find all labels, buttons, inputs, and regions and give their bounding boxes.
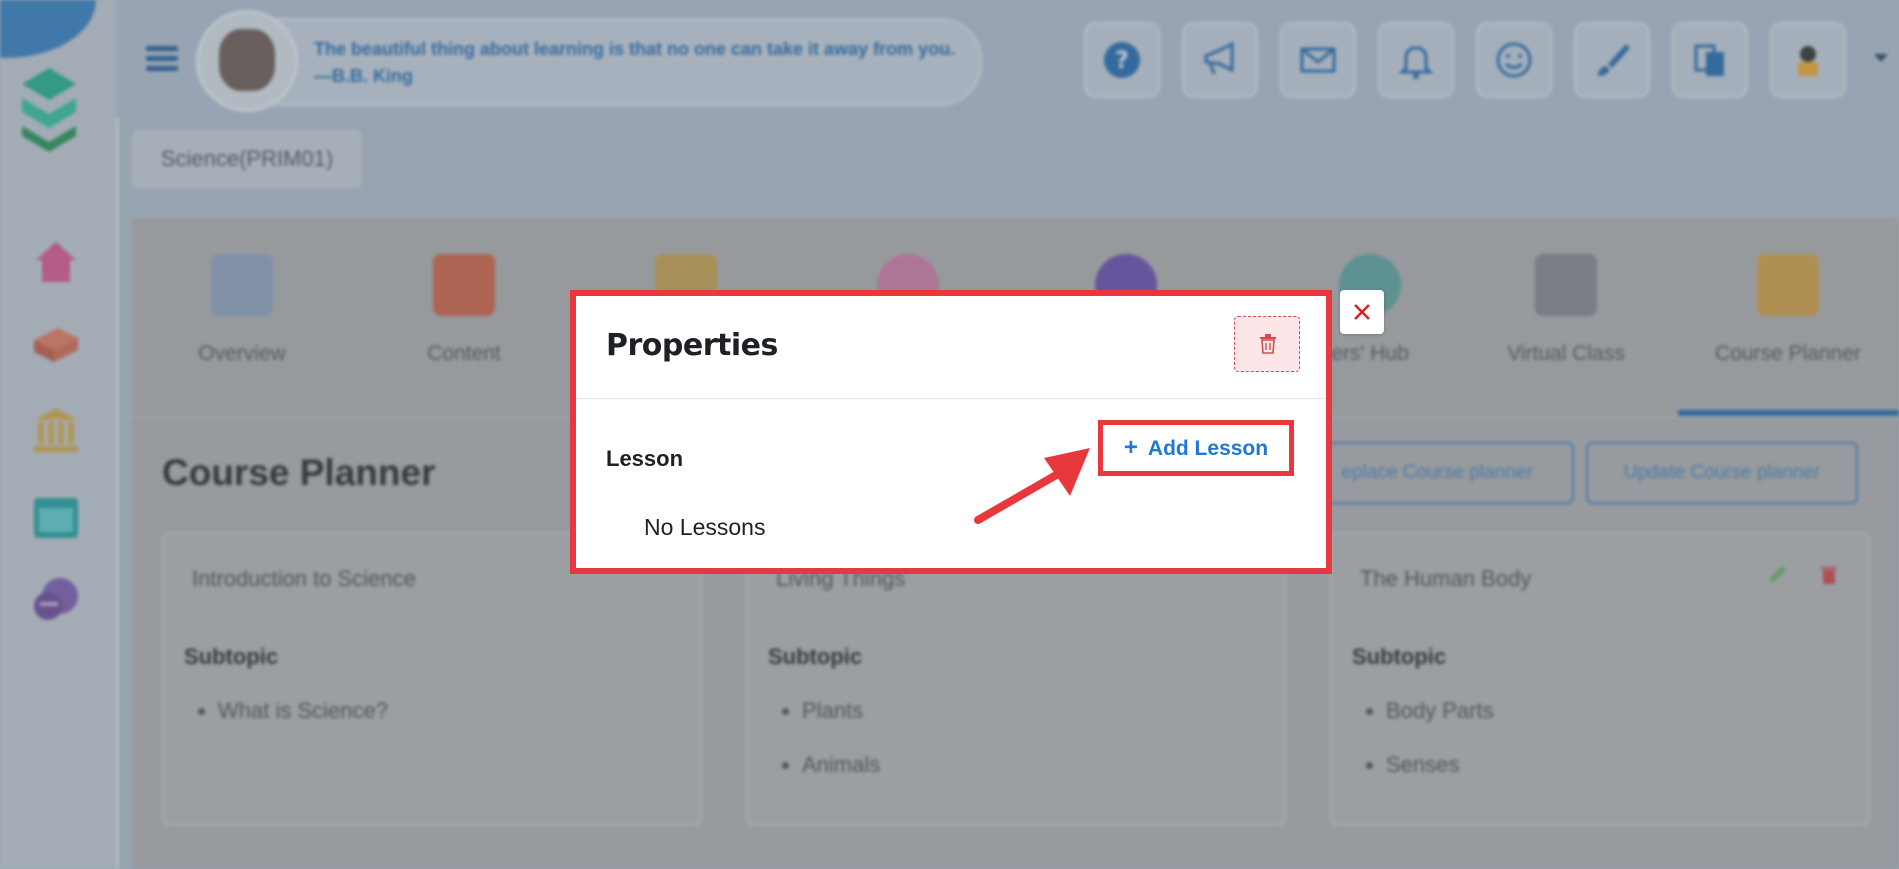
add-lesson-button[interactable]: + Add Lesson <box>1098 420 1294 476</box>
add-lesson-label: Add Lesson <box>1147 437 1269 460</box>
properties-modal: Properties Lesson + Add Lesson No Lessons <box>570 290 1332 574</box>
modal-title: Properties <box>606 328 778 363</box>
lesson-section-label: Lesson <box>606 446 684 471</box>
close-button[interactable] <box>1340 290 1384 334</box>
delete-button[interactable] <box>1234 316 1300 372</box>
trash-icon <box>1260 334 1276 354</box>
plus-icon: + <box>1123 434 1138 461</box>
close-icon <box>1354 304 1370 320</box>
annotation-arrow-icon <box>974 448 1090 524</box>
empty-state-text: No Lessons <box>644 514 766 540</box>
modal-header: Properties <box>576 296 1326 399</box>
